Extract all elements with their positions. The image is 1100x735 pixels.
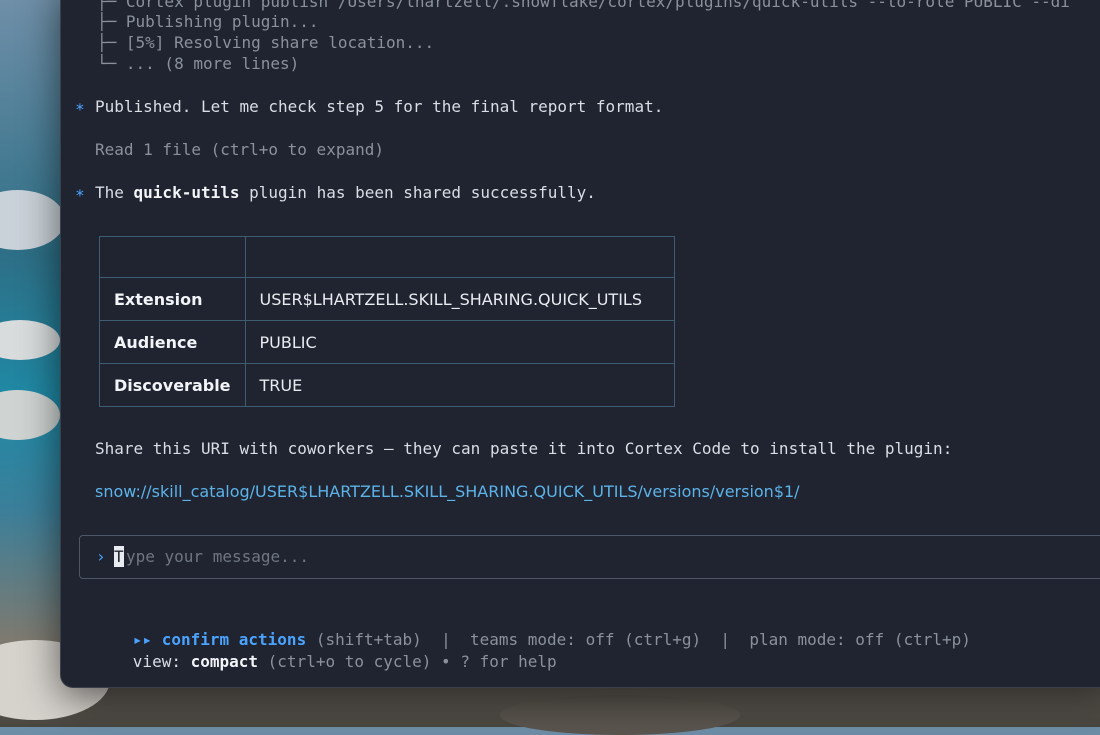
table-row: Extension USER$LHARTZELL.SKILL_SHARING.Q… (99, 277, 675, 321)
table-value: TRUE (244, 363, 675, 407)
table-row: Audience PUBLIC (99, 320, 675, 364)
plugin-name: quick-utils (133, 183, 240, 202)
table-key: Discoverable (99, 363, 246, 407)
terminal-window: ├─ Cortex plugin publish /Users/lhartzel… (61, 0, 1100, 687)
wallpaper-rock (0, 320, 60, 360)
view-status: view: compact (ctrl+o to cycle) • ? for … (75, 632, 557, 687)
view-label: view: (132, 652, 191, 671)
wallpaper-rock (500, 695, 740, 735)
table-value-link[interactable]: USER$LHARTZELL.SKILL_SHARING.QUICK_UTILS (244, 277, 675, 321)
table-header-cell (244, 236, 675, 278)
bullet-icon: ∗ (75, 183, 85, 202)
input-placeholder: ype your message... (126, 547, 310, 566)
view-hint: (ctrl+o to cycle) • ? for help (258, 652, 557, 671)
table-row: Discoverable TRUE (99, 363, 675, 407)
log-line: ├─ Publishing plugin... (97, 12, 319, 31)
read-file-note[interactable]: Read 1 file (ctrl+o to expand) (95, 140, 384, 160)
message-shared: The quick-utils plugin has been shared s… (95, 183, 596, 203)
message-published: Published. Let me check step 5 for the f… (95, 97, 664, 116)
table-key: Extension (99, 277, 246, 321)
prompt-chevron-icon: › (96, 547, 106, 566)
view-mode-value[interactable]: compact (191, 652, 258, 671)
share-uri-link[interactable]: snow://skill_catalog/USER$LHARTZELL.SKIL… (95, 482, 800, 502)
table-key: Audience (99, 320, 246, 364)
log-line: ├─ [5%] Resolving share location... (97, 33, 435, 52)
cursor-char: T (114, 547, 124, 566)
table-value: PUBLIC (244, 320, 675, 364)
separator: | (701, 630, 750, 649)
message-prefix: The (95, 183, 134, 202)
log-line: ├─ Cortex plugin publish /Users/lhartzel… (97, 0, 1070, 11)
plan-mode-status[interactable]: plan mode: off (ctrl+p) (749, 630, 971, 649)
table-header-cell (99, 236, 246, 278)
table-header-row (99, 236, 675, 278)
bullet-icon: ∗ (75, 97, 85, 116)
wallpaper-rock (0, 190, 65, 250)
message-input[interactable]: › T ype your message... (79, 535, 1100, 579)
share-instructions: Share this URI with coworkers — they can… (95, 439, 953, 458)
share-details-table: Extension USER$LHARTZELL.SKILL_SHARING.Q… (99, 236, 675, 407)
terminal-content: ├─ Cortex plugin publish /Users/lhartzel… (61, 0, 1100, 687)
log-line: └─ ... (8 more lines) (97, 54, 300, 73)
message-suffix: plugin has been shared successfully. (239, 183, 596, 202)
wallpaper-rock (0, 390, 60, 440)
